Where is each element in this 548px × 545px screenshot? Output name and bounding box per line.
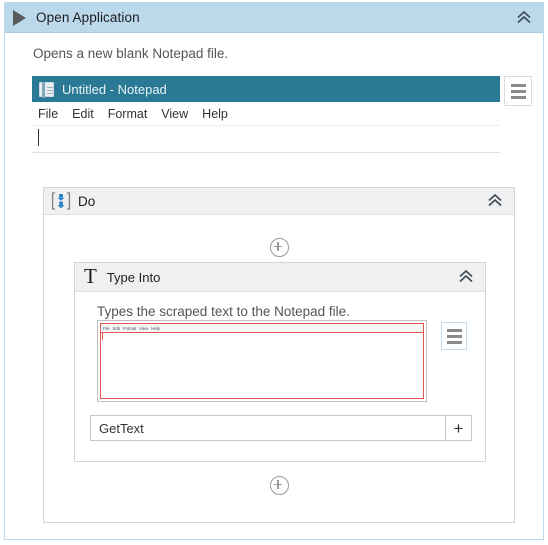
mini-notepad-menubar-preview: File Edit Format View Help (101, 324, 423, 333)
text-caret (38, 129, 39, 146)
hamburger-bar (510, 89, 526, 93)
do-collapse-chevron-up-icon[interactable] (486, 193, 504, 209)
do-sequence-container: Do T Type Into Types the scraped text to… (43, 187, 515, 523)
hamburger-bar (446, 340, 462, 344)
target-options-hamburger-icon[interactable] (504, 76, 532, 106)
notepad-text-area[interactable] (32, 126, 500, 153)
mini-menu-item-help: Help (151, 325, 160, 331)
type-into-description: Types the scraped text to the Notepad fi… (97, 304, 350, 319)
type-into-title: Type Into (106, 269, 161, 285)
menu-item-edit[interactable]: Edit (72, 107, 94, 121)
open-application-activity-card: Open Application Opens a new blank Notep… (4, 2, 544, 540)
collapse-chevron-up-icon[interactable] (515, 10, 533, 26)
page-title: Open Application (36, 10, 140, 25)
notepad-icon (39, 81, 54, 98)
menu-item-format[interactable]: Format (108, 107, 148, 121)
notepad-target-preview: Untitled - Notepad File Edit Format View… (32, 76, 532, 153)
notepad-window-title: Untitled - Notepad (62, 81, 167, 97)
sequence-icon (51, 192, 71, 210)
notepad-window-preview[interactable]: Untitled - Notepad File Edit Format View… (32, 76, 500, 153)
mini-menu-item-view: View (139, 325, 149, 331)
add-activity-below-button[interactable] (44, 476, 514, 495)
type-into-collapse-chevron-up-icon[interactable] (457, 269, 475, 285)
type-into-activity-card: T Type Into Types the scraped text to th… (74, 262, 486, 462)
mini-menu-item-format: Format (122, 325, 137, 331)
hamburger-bar (510, 83, 526, 87)
menu-item-view[interactable]: View (161, 107, 188, 121)
hamburger-bar (446, 328, 462, 332)
do-header[interactable]: Do (44, 188, 514, 215)
type-into-selector-area: File Edit Format View Help (97, 320, 469, 402)
notepad-titlebar: Untitled - Notepad (32, 76, 500, 102)
plus-circle-icon (269, 238, 289, 257)
plus-circle-icon (269, 476, 289, 495)
hamburger-bar (510, 95, 526, 99)
notepad-menubar: File Edit Format View Help (32, 102, 500, 126)
hamburger-bar (446, 334, 462, 338)
activity-description: Opens a new blank Notepad file. (33, 46, 229, 61)
mini-menu-item-edit: Edit (112, 325, 120, 331)
type-into-value-input[interactable]: GetText (90, 415, 446, 441)
text-t-icon: T (84, 264, 97, 288)
element-selector-preview[interactable]: File Edit Format View Help (97, 320, 427, 402)
play-triangle-icon (13, 9, 26, 26)
type-into-value-row: GetText + (90, 415, 472, 441)
mini-text-caret (102, 333, 103, 340)
add-variable-button[interactable]: + (446, 415, 472, 441)
add-activity-above-button[interactable] (44, 238, 514, 257)
menu-item-help[interactable]: Help (202, 107, 228, 121)
selector-options-hamburger-icon[interactable] (441, 322, 467, 350)
mini-menu-item-file: File (103, 325, 110, 331)
do-label: Do (78, 193, 96, 209)
menu-item-file[interactable]: File (38, 107, 58, 121)
activity-header[interactable]: Open Application (5, 3, 543, 33)
selector-highlight-border (100, 323, 424, 399)
type-into-header[interactable]: T Type Into (75, 263, 485, 292)
